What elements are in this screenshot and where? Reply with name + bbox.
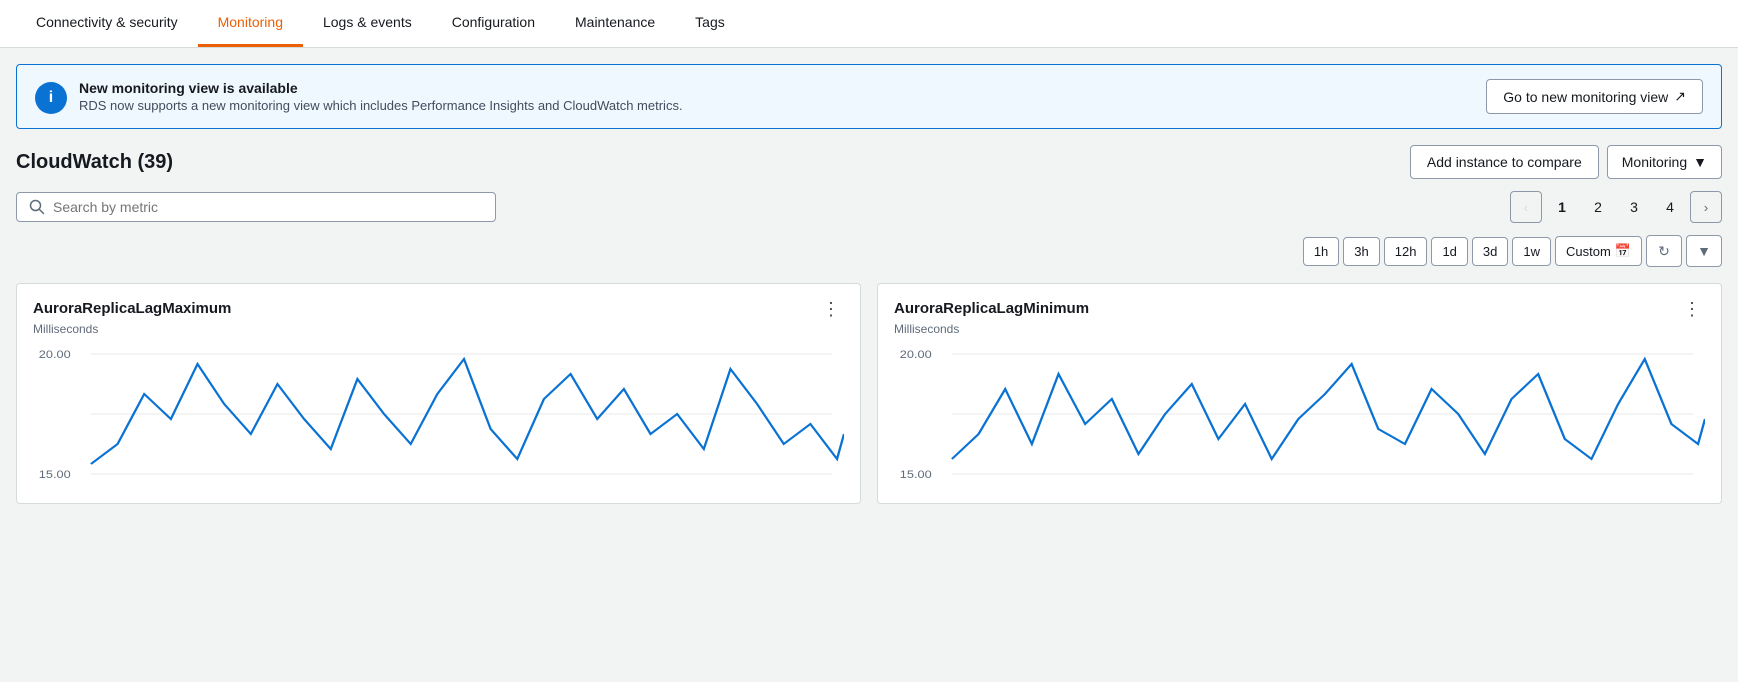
info-icon: i [35,82,67,114]
banner-description: RDS now supports a new monitoring view w… [79,98,683,113]
page-1[interactable]: 1 [1546,191,1578,223]
chart2-title: AuroraReplicaLagMinimum [894,300,1089,317]
settings-dropdown-button[interactable]: ▼ [1686,235,1722,267]
charts-grid: AuroraReplicaLagMaximum ⋮ Milliseconds 2… [16,283,1722,504]
svg-text:15.00: 15.00 [39,468,71,481]
tab-connectivity[interactable]: Connectivity & security [16,0,198,47]
dropdown-chevron-icon: ▼ [1693,154,1707,170]
search-box [16,192,496,222]
custom-label: Custom [1566,244,1611,259]
chart2-menu-button[interactable]: ⋮ [1679,300,1705,318]
chart-aurora-replica-lag-minimum: AuroraReplicaLagMinimum ⋮ Milliseconds 2… [877,283,1722,504]
time-3d-button[interactable]: 3d [1472,237,1508,266]
main-content: CloudWatch (39) Add instance to compare … [0,145,1738,520]
go-to-monitoring-button[interactable]: Go to new monitoring view ↗ [1486,79,1703,114]
go-to-label: Go to new monitoring view [1503,89,1668,105]
chart2-svg: 20.00 15.00 [894,344,1705,484]
chart1-menu-button[interactable]: ⋮ [818,300,844,318]
header-actions: Add instance to compare Monitoring ▼ [1410,145,1722,179]
svg-text:15.00: 15.00 [900,468,932,481]
svg-text:20.00: 20.00 [900,348,932,361]
calendar-icon: 📅 [1615,243,1631,259]
page-2[interactable]: 2 [1582,191,1614,223]
time-3h-button[interactable]: 3h [1343,237,1379,266]
tab-logs[interactable]: Logs & events [303,0,432,47]
dropdown-arrow-icon: ▼ [1697,243,1711,259]
page-3[interactable]: 3 [1618,191,1650,223]
refresh-button[interactable]: ↻ [1646,235,1682,267]
time-custom-button[interactable]: Custom 📅 [1555,236,1642,266]
add-instance-button[interactable]: Add instance to compare [1410,145,1599,179]
chart2-header: AuroraReplicaLagMinimum ⋮ [894,300,1705,318]
monitoring-dropdown-label: Monitoring [1622,154,1687,170]
tab-bar: Connectivity & securityMonitoringLogs & … [0,0,1738,48]
tab-tags[interactable]: Tags [675,0,745,47]
time-12h-button[interactable]: 12h [1384,237,1428,266]
tab-configuration[interactable]: Configuration [432,0,555,47]
cloudwatch-title: CloudWatch (39) [16,151,173,174]
page-4[interactable]: 4 [1654,191,1686,223]
refresh-icon: ↻ [1658,243,1670,260]
chart1-svg: 20.00 15.00 [33,344,844,484]
tab-monitoring[interactable]: Monitoring [198,0,303,47]
search-input[interactable] [53,199,483,215]
chart2-unit: Milliseconds [894,322,1705,336]
tab-maintenance[interactable]: Maintenance [555,0,675,47]
banner-text: New monitoring view is available RDS now… [79,80,683,113]
search-icon [29,199,45,215]
search-pagination-row: ‹ 1 2 3 4 › [16,191,1722,223]
chart-aurora-replica-lag-maximum: AuroraReplicaLagMaximum ⋮ Milliseconds 2… [16,283,861,504]
svg-text:20.00: 20.00 [39,348,71,361]
chart1-unit: Milliseconds [33,322,844,336]
pagination: ‹ 1 2 3 4 › [1510,191,1722,223]
banner-left: i New monitoring view is available RDS n… [35,80,683,114]
chart1-header: AuroraReplicaLagMaximum ⋮ [33,300,844,318]
monitoring-banner: i New monitoring view is available RDS n… [16,64,1722,129]
cloudwatch-header: CloudWatch (39) Add instance to compare … [16,145,1722,179]
banner-title: New monitoring view is available [79,80,683,96]
chart1-title: AuroraReplicaLagMaximum [33,300,231,317]
pagination-prev-button[interactable]: ‹ [1510,191,1542,223]
time-1h-button[interactable]: 1h [1303,237,1339,266]
time-range-row: 1h 3h 12h 1d 3d 1w Custom 📅 ↻ ▼ [16,235,1722,267]
time-1w-button[interactable]: 1w [1512,237,1551,266]
pagination-next-button[interactable]: › [1690,191,1722,223]
external-link-icon: ↗ [1674,88,1686,105]
time-1d-button[interactable]: 1d [1431,237,1467,266]
monitoring-dropdown-button[interactable]: Monitoring ▼ [1607,145,1722,179]
